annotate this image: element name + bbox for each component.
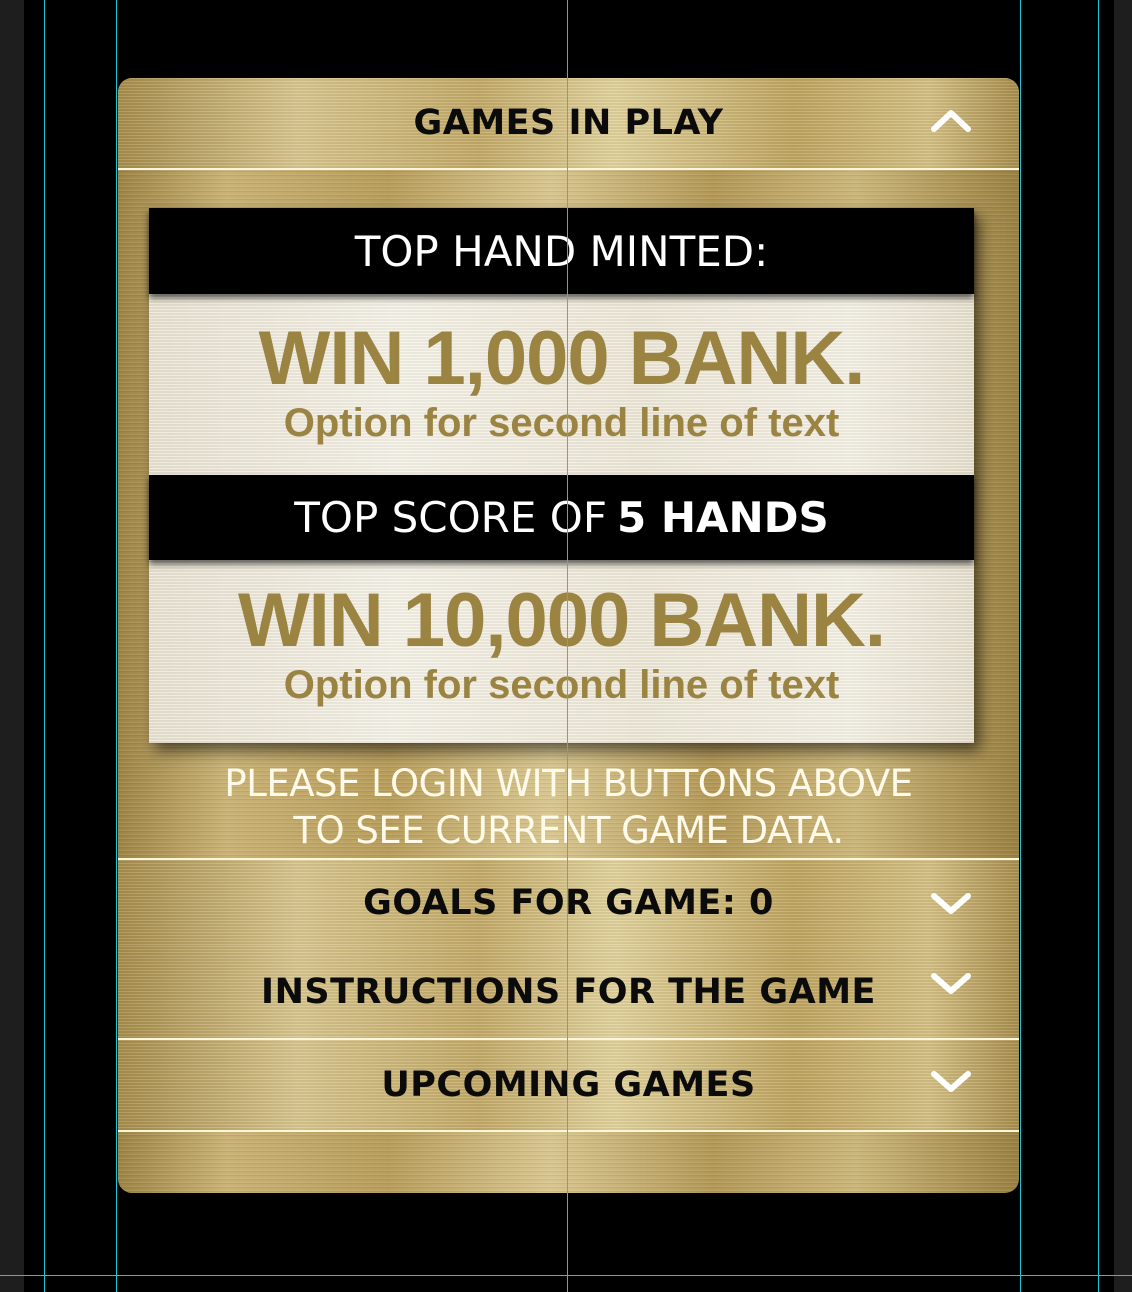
prize-band-top-score: TOP SCORE OF 5 HANDS bbox=[149, 475, 974, 560]
prize-band-top-hand: TOP HAND MINTED: bbox=[149, 208, 974, 294]
prize-headline: WIN 1,000 BANK. bbox=[258, 316, 866, 401]
chevron-down-icon[interactable] bbox=[931, 892, 971, 916]
guide-line bbox=[567, 0, 568, 1292]
chevron-down-icon[interactable] bbox=[931, 1070, 971, 1094]
prize-text-top-hand: WIN 1,000 BANK. Option for second line o… bbox=[149, 318, 974, 446]
prize-subline: Option for second line of text bbox=[283, 401, 840, 445]
instructions-section-title: INSTRUCTIONS FOR THE GAME bbox=[261, 972, 876, 1012]
guide-line bbox=[116, 0, 117, 1292]
guide-line bbox=[0, 1275, 1132, 1276]
goals-section-title: GOALS FOR GAME: 0 bbox=[363, 883, 774, 923]
prize-subline: Option for second line of text bbox=[283, 663, 840, 707]
prize-headline: WIN 10,000 BANK. bbox=[237, 578, 886, 663]
artboard: GAMES IN PLAY TOP HAND MINTED: WIN 1,000… bbox=[0, 0, 1132, 1292]
prize-card: TOP HAND MINTED: WIN 1,000 BANK. Option … bbox=[149, 208, 974, 743]
games-panel: GAMES IN PLAY TOP HAND MINTED: WIN 1,000… bbox=[118, 78, 1019, 1193]
login-message: PLEASE LOGIN WITH BUTTONS ABOVE TO SEE C… bbox=[118, 760, 1019, 854]
prize-band-label: TOP HAND MINTED: bbox=[354, 226, 769, 276]
goals-section-header[interactable]: GOALS FOR GAME: 0 bbox=[118, 858, 1019, 948]
instructions-section-header[interactable]: INSTRUCTIONS FOR THE GAME bbox=[118, 946, 1019, 1040]
upcoming-games-section-header[interactable]: UPCOMING GAMES bbox=[118, 1040, 1019, 1132]
guide-line bbox=[1098, 0, 1099, 1292]
login-message-line1: PLEASE LOGIN WITH BUTTONS ABOVE bbox=[224, 762, 913, 805]
guide-line bbox=[1020, 0, 1021, 1292]
prize-text-top-score: WIN 10,000 BANK. Option for second line … bbox=[149, 580, 974, 708]
chevron-up-icon[interactable] bbox=[931, 108, 971, 132]
guide-line bbox=[44, 0, 45, 1292]
editor-left-margin bbox=[0, 0, 24, 1292]
editor-right-margin bbox=[1114, 0, 1132, 1292]
prize-band-label: TOP SCORE OF bbox=[294, 493, 607, 542]
prize-band-bold: 5 HANDS bbox=[616, 493, 829, 542]
login-message-line2: TO SEE CURRENT GAME DATA. bbox=[293, 809, 844, 852]
games-in-play-title: GAMES IN PLAY bbox=[413, 103, 724, 143]
chevron-down-icon[interactable] bbox=[931, 972, 971, 996]
upcoming-games-section-title: UPCOMING GAMES bbox=[381, 1065, 756, 1105]
games-in-play-header[interactable]: GAMES IN PLAY bbox=[118, 78, 1019, 170]
